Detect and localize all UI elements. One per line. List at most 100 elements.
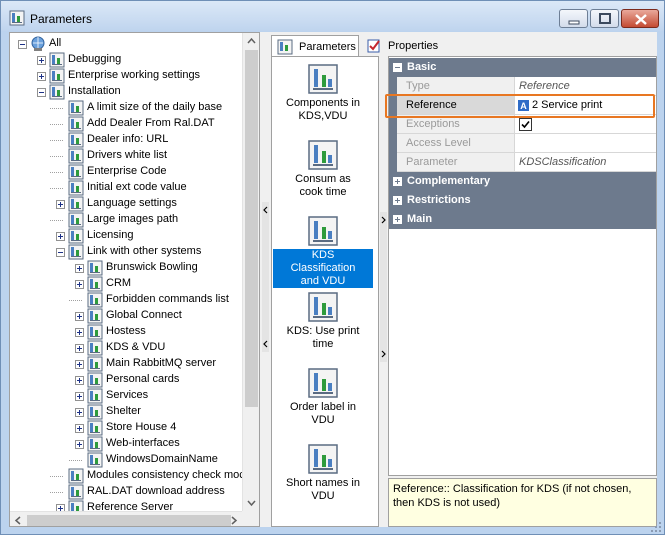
expand-icon[interactable] [75,360,84,369]
expand-icon[interactable] [393,196,402,205]
category-main[interactable]: Main [389,210,656,229]
tree-connector [50,140,63,141]
tree-item[interactable]: Initial ext code value [10,180,242,196]
resize-grip-icon[interactable] [649,520,663,534]
collapse-icon[interactable] [393,63,402,72]
parameter-icon [307,291,339,323]
tree-connector [50,492,63,493]
tree-item[interactable]: Debugging [10,52,242,68]
tree-item[interactable]: Add Dealer From Ral.DAT [10,116,242,132]
scroll-up-button[interactable] [243,33,259,50]
category-basic[interactable]: Basic [389,58,656,77]
tree-item[interactable]: Shelter [10,404,242,420]
tree-item[interactable]: Licensing [10,228,242,244]
parameter-group-icon [49,84,65,100]
tree-item[interactable]: Brunswick Bowling [10,260,242,276]
tree-item[interactable]: Enterprise Code [10,164,242,180]
property-row-parameter[interactable]: Parameter KDSClassification [389,153,656,172]
reference-highlight [385,94,655,118]
expand-icon[interactable] [75,328,84,337]
expand-icon[interactable] [75,408,84,417]
tree-item[interactable]: Enterprise working settings [10,68,242,84]
parameters-tree[interactable]: All Debugging Enterprise working settings I… [9,32,260,527]
property-row-access-level[interactable]: Access Level [389,134,656,153]
tree-item[interactable]: Dealer info: URL [10,132,242,148]
parameter-list-item[interactable]: Order label in VDU [273,367,373,439]
list-collapse-splitter[interactable] [380,212,387,362]
maximize-button[interactable] [590,9,619,28]
expand-icon[interactable] [75,376,84,385]
parameter-list-item[interactable]: Consum as cook time [273,139,373,211]
tree-item[interactable]: CRM [10,276,242,292]
parameter-list-item-label: Classification [273,262,373,275]
chevron-left-icon[interactable] [10,512,27,527]
tree-vertical-scroll-thumb[interactable] [245,50,258,407]
property-value-parameter[interactable]: KDSClassification [515,153,656,172]
category-complementary[interactable]: Complementary [389,172,656,191]
category-restrictions[interactable]: Restrictions [389,191,656,210]
expand-icon[interactable] [56,200,65,209]
scroll-down-button[interactable] [243,494,259,511]
property-grid[interactable]: Basic Type Reference Reference A 2 Servi… [388,56,657,476]
parameter-list-item[interactable]: KDS Classification and VDU [273,215,373,288]
tree-item[interactable]: Modules consistency check moc [10,468,245,484]
expand-icon[interactable] [75,392,84,401]
tree-collapse-splitter[interactable] [262,202,269,352]
tree-item[interactable]: Services [10,388,242,404]
expand-icon[interactable] [393,177,402,186]
title-bar[interactable]: Parameters [1,1,664,31]
parameter-list-item-label: KDS [273,249,373,262]
tree-item[interactable]: Store House 4 [10,420,242,436]
expand-icon[interactable] [75,424,84,433]
collapse-icon[interactable] [37,88,46,97]
tree-item[interactable]: Link with other systems [10,244,242,260]
tree-item[interactable]: KDS & VDU [10,340,242,356]
property-value-access-level[interactable] [515,134,656,153]
parameter-group-icon [68,468,84,484]
tree-item[interactable]: Forbidden commands list [10,292,242,308]
parameter-group-icon [87,276,103,292]
parameter-list-item-label: and VDU [273,275,373,288]
chevron-right-icon[interactable] [225,512,242,527]
expand-icon[interactable] [75,440,84,449]
tree-item[interactable]: Hostess [10,324,242,340]
row-gutter [389,153,397,172]
close-button[interactable] [621,9,659,28]
tree-item[interactable]: WindowsDomainName [10,452,242,468]
expand-icon[interactable] [75,344,84,353]
expand-icon[interactable] [75,312,84,321]
tree-item[interactable]: A limit size of the daily base [10,100,242,116]
parameter-list-item[interactable]: KDS: Use print time [273,291,373,363]
parameter-list-item[interactable]: Short names in VDU [273,443,373,515]
tree-item[interactable]: Web-interfaces [10,436,242,452]
tree-item[interactable]: Personal cards [10,372,242,388]
tree-item[interactable]: Main RabbitMQ server [10,356,242,372]
expand-icon[interactable] [75,280,84,289]
minimize-button[interactable] [559,9,588,28]
expand-icon[interactable] [393,215,402,224]
tab-parameters[interactable]: Parameters [271,35,359,57]
tree-horizontal-scrollbar[interactable] [10,511,242,527]
collapse-icon[interactable] [56,248,65,257]
parameter-list-item[interactable]: Components in KDS,VDU [273,63,373,135]
window-title: Parameters [30,12,93,26]
tree-vertical-scrollbar[interactable] [242,33,259,511]
expand-icon[interactable] [56,232,65,241]
tree-item[interactable]: RAL.DAT download address [10,484,242,500]
tree-horizontal-scroll-thumb[interactable] [27,515,231,526]
tree-item[interactable]: Global Connect [10,308,242,324]
maximize-icon [599,13,611,24]
expand-icon[interactable] [37,56,46,65]
tree-item[interactable]: Large images path [10,212,242,228]
collapse-icon[interactable] [18,40,27,49]
tab-properties[interactable]: Properties [361,35,441,57]
expand-icon[interactable] [37,72,46,81]
tree-item[interactable]: Drivers white list [10,148,242,164]
exceptions-checkbox[interactable] [519,118,532,131]
tree-item[interactable]: Installation [10,84,242,100]
parameter-icon [307,139,339,171]
parameter-group-icon [87,340,103,356]
tree-item[interactable]: Language settings [10,196,242,212]
tree-item[interactable]: All [10,36,242,52]
expand-icon[interactable] [75,264,84,273]
